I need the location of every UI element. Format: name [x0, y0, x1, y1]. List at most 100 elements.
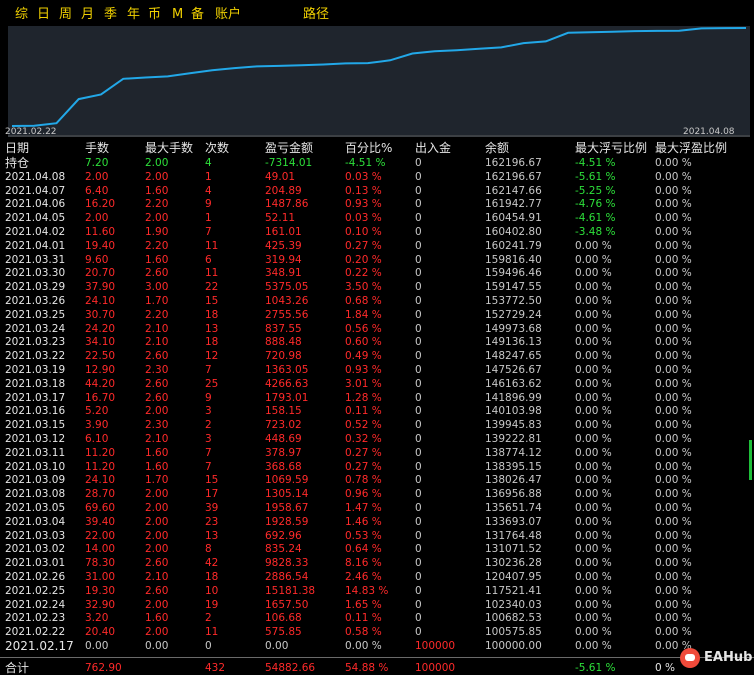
scrollbar-thumb[interactable]: [749, 440, 752, 480]
tab-0[interactable]: 综: [15, 7, 28, 23]
cell-lots: 28.70: [85, 488, 116, 501]
cell-max-float-loss: -5.25 %: [575, 184, 616, 197]
cell-pnl: 1363.05: [265, 364, 309, 376]
tab-4[interactable]: 季: [104, 7, 117, 23]
cell-percent: 0.27 %: [345, 446, 382, 459]
cell-pnl: 1487.86: [265, 198, 309, 211]
table-row[interactable]: 2021.03.17 16.70 2.60 9 1793.01 1.28 % 0 141896…: [0, 392, 700, 405]
table-row[interactable]: 2021.03.02 14.00 2.00 8 835.24 0.64 % 0 131071.…: [0, 543, 700, 556]
tab-7[interactable]: M: [172, 7, 183, 23]
cell-date: 2021.03.12: [5, 433, 66, 445]
cell-max-float-loss: 0.00 %: [575, 446, 612, 459]
cell-pnl: 5375.05: [265, 281, 309, 294]
total-row[interactable]: 合计 762.90 432 54882.66 54.88 % 100000 -5.61 % 0…: [0, 662, 700, 675]
cell-percent: 0.13 %: [345, 184, 382, 197]
table-row[interactable]: 2021.04.06 16.20 2.20 9 1487.86 0.93 % 0 161942…: [0, 198, 700, 211]
cell-max-float-loss: 0.00 %: [575, 543, 612, 556]
cell-trades: 1: [205, 212, 212, 225]
table-row[interactable]: 2021.03.05 69.60 2.00 39 1958.67 1.47 % 0 13565…: [0, 502, 700, 515]
table-row[interactable]: 2021.04.08 2.00 2.00 1 49.01 0.03 % 0 162196.67…: [0, 171, 700, 184]
table-row[interactable]: 2021.03.09 24.10 1.70 15 1069.59 0.78 % 0 13802…: [0, 474, 700, 487]
table-row[interactable]: 2021.03.15 3.90 2.30 2 723.02 0.52 % 0 139945.8…: [0, 419, 700, 432]
tab-10[interactable]: 路径: [303, 7, 329, 23]
eahub-logo-icon: [680, 648, 700, 668]
cell-percent: 0.27 %: [345, 239, 382, 252]
total-row-divider: [0, 657, 754, 658]
cell-pnl: 692.96: [265, 529, 302, 542]
cell-percent: 0.22 %: [345, 267, 382, 280]
table-row[interactable]: 2021.03.30 20.70 2.60 11 348.91 0.22 % 0 159496…: [0, 267, 700, 280]
cell-date: 2021.02.22: [5, 626, 66, 639]
cell-percent: 0.03 %: [345, 212, 382, 225]
cell-max-float-profit: 0.00 %: [655, 364, 692, 376]
table-row[interactable]: 2021.02.17 0.00 0.00 0 0.00 0.00 % 100000 10000…: [0, 640, 700, 653]
cell-deposit: 0: [415, 377, 422, 390]
table-row[interactable]: 2021.03.16 5.20 2.00 3 158.15 0.11 % 0 140103.9…: [0, 405, 700, 418]
table-row[interactable]: 2021.03.19 12.90 2.30 7 1363.05 0.93 % 0 147526…: [0, 364, 700, 377]
cell-max-float-loss: 0.00 %: [575, 391, 612, 404]
cell-balance: 149136.13: [485, 336, 542, 349]
cell-max-float-profit: 0.00 %: [655, 170, 692, 183]
cell-lots: 5.20: [85, 405, 109, 418]
table-row[interactable]: 2021.02.24 32.90 2.00 19 1657.50 1.65 % 0 10234…: [0, 599, 700, 612]
cell-pnl: 835.24: [265, 543, 302, 556]
cell-trades: 13: [205, 529, 219, 542]
cell-max-lots: 2.00: [145, 157, 169, 169]
table-row[interactable]: 2021.03.22 22.50 2.60 12 720.98 0.49 % 0 148247…: [0, 350, 700, 363]
cell-date: 2021.02.24: [5, 598, 66, 611]
table-row[interactable]: 2021.03.24 24.20 2.10 13 837.55 0.56 % 0 149973…: [0, 323, 700, 336]
cell-balance: 139222.81: [485, 433, 542, 445]
cell-max-lots: 2.60: [145, 391, 169, 404]
tab-1[interactable]: 日: [37, 7, 50, 23]
cell-max-float-profit: 0 %: [655, 662, 675, 674]
table-row[interactable]: 2021.03.08 28.70 2.00 17 1305.14 0.96 % 0 13695…: [0, 488, 700, 501]
table-row[interactable]: 2021.03.01 78.30 2.60 42 9828.33 8.16 % 0 13023…: [0, 557, 700, 570]
table-row[interactable]: 2021.04.01 19.40 2.20 11 425.39 0.27 % 0 160241…: [0, 240, 700, 253]
table-row[interactable]: 2021.03.31 9.60 1.60 6 319.94 0.20 % 0 159816.4…: [0, 254, 700, 267]
cell-percent: 3.01 %: [345, 377, 382, 390]
table-row[interactable]: 2021.02.22 20.40 2.00 11 575.85 0.58 % 0 100575…: [0, 626, 700, 639]
tab-3[interactable]: 月: [81, 7, 94, 23]
table-row[interactable]: 2021.03.26 24.10 1.70 15 1043.26 0.68 % 0 15377…: [0, 295, 700, 308]
table-row[interactable]: 2021.04.02 11.60 1.90 7 161.01 0.10 % 0 160402.…: [0, 226, 700, 239]
cell-max-lots: 1.70: [145, 295, 169, 307]
cell-balance: 138026.47: [485, 474, 542, 487]
tab-6[interactable]: 币: [148, 7, 161, 23]
cell-balance: 149973.68: [485, 322, 542, 335]
cell-pnl: 4266.63: [265, 377, 309, 390]
table-row[interactable]: 2021.04.07 6.40 1.60 4 204.89 0.13 % 0 162147.6…: [0, 185, 700, 198]
table-row[interactable]: 2021.03.10 11.20 1.60 7 368.68 0.27 % 0 138395.…: [0, 461, 700, 474]
table-row[interactable]: 2021.02.26 31.00 2.10 18 2886.54 2.46 % 0 12040…: [0, 571, 700, 584]
tab-2[interactable]: 周: [59, 7, 72, 23]
cell-deposit: 0: [415, 322, 422, 335]
tab-9[interactable]: 账户: [215, 7, 241, 23]
cell-max-float-loss: 0.00 %: [575, 239, 612, 252]
tab-5[interactable]: 年: [127, 7, 140, 23]
table-row[interactable]: 2021.03.04 39.40 2.00 23 1928.59 1.46 % 0 13369…: [0, 516, 700, 529]
cell-max-float-profit: 0.00 %: [655, 515, 692, 528]
cell-lots: 2.00: [85, 170, 109, 183]
cell-max-lots: 2.00: [145, 529, 169, 542]
holding-row[interactable]: 持仓 7.20 2.00 4 -7314.01 -4.51 % 0 162196.67 -4.5…: [0, 157, 700, 170]
table-row[interactable]: 2021.03.25 30.70 2.20 18 2755.56 1.84 % 0 15272…: [0, 309, 700, 322]
cell-max-float-profit: 0.00 %: [655, 184, 692, 197]
cell-pnl: 425.39: [265, 239, 302, 252]
table-row[interactable]: 2021.03.23 34.10 2.10 18 888.48 0.60 % 0 149136…: [0, 336, 700, 349]
cell-trades: 7: [205, 364, 212, 376]
cell-pnl: 1928.59: [265, 515, 309, 528]
cell-pnl: 1069.59: [265, 474, 309, 487]
cell-lots: 16.20: [85, 198, 116, 211]
table-row[interactable]: 2021.03.03 22.00 2.00 13 692.96 0.53 % 0 131764…: [0, 530, 700, 543]
table-row[interactable]: 2021.02.23 3.20 1.60 2 106.68 0.11 % 0 100682.5…: [0, 612, 700, 625]
table-row[interactable]: 2021.03.18 44.20 2.60 25 4266.63 3.01 % 0 14616…: [0, 378, 700, 391]
cell-max-float-loss: 0.00 %: [575, 308, 612, 321]
table-row[interactable]: 2021.02.25 19.30 2.60 10 15181.38 14.83 % 0 117…: [0, 585, 700, 598]
table-row[interactable]: 2021.04.05 2.00 2.00 1 52.11 0.03 % 0 160454.91…: [0, 212, 700, 225]
cell-trades: 15: [205, 295, 219, 307]
table-row[interactable]: 2021.03.29 37.90 3.00 22 5375.05 3.50 % 0 15914…: [0, 281, 700, 294]
table-row[interactable]: 2021.03.11 11.20 1.60 7 378.97 0.27 % 0 138774.…: [0, 447, 700, 460]
table-row[interactable]: 2021.03.12 6.10 2.10 3 448.69 0.32 % 0 139222.8…: [0, 433, 700, 446]
tab-8[interactable]: 备: [191, 7, 204, 23]
cell-percent: 0.60 %: [345, 336, 382, 349]
cell-pnl: 378.97: [265, 446, 302, 459]
